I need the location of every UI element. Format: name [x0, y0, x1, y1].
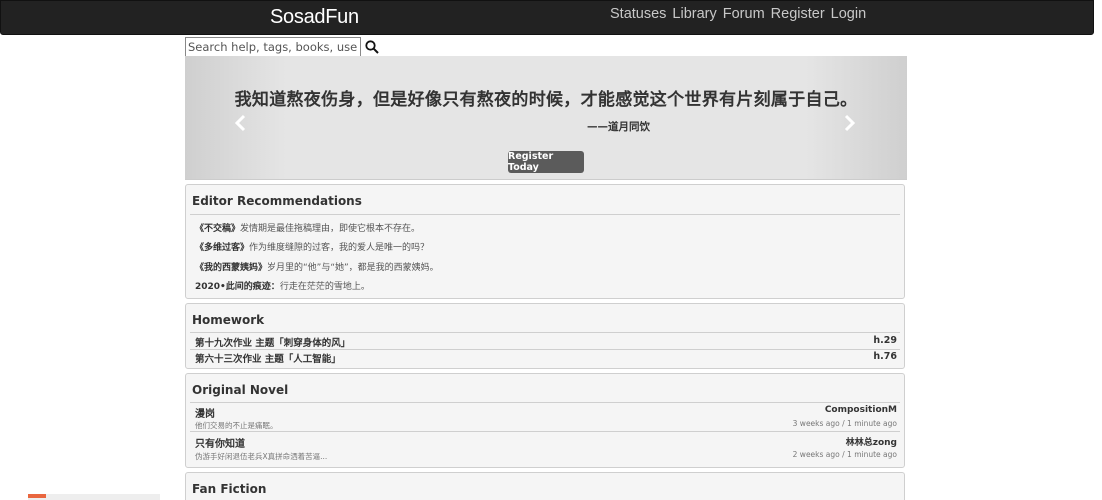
- chevron-left-icon[interactable]: [233, 114, 247, 132]
- top-navbar: SosadFun Statuses Library Forum Register…: [0, 0, 1094, 35]
- recommendation-item[interactable]: 2020•此间的痕迹：行走在茫茫的雪地上。: [195, 279, 370, 292]
- homework-item-tag: h.76: [873, 351, 897, 362]
- novel-summary: 伪游手好闲退伍老兵X真拼命洒着苦逼...: [195, 452, 328, 461]
- floating-widget-accent: [28, 494, 46, 498]
- divider: [190, 214, 900, 215]
- novel-title-link[interactable]: 漫岗: [195, 405, 215, 420]
- nav-link-forum[interactable]: Forum: [723, 6, 765, 22]
- panel-title: Fan Fiction: [192, 482, 267, 496]
- panel-title: Homework: [192, 313, 265, 327]
- divider: [190, 402, 900, 403]
- divider: [190, 349, 900, 350]
- recommendation-item[interactable]: 《我的西蒙姨妈》岁月里的“他”与“她”，都是我的西蒙姨妈。: [195, 260, 439, 273]
- novel-author-link[interactable]: CompositionM: [825, 405, 897, 415]
- floating-widget: [28, 494, 160, 500]
- novel-timestamp: 3 weeks ago / 1 minute ago: [792, 419, 897, 428]
- divider: [190, 332, 900, 333]
- editor-recommendations-panel: Editor Recommendations 《不交稿》发情期是最佳拖稿理由，即…: [185, 184, 905, 299]
- brand-logo[interactable]: SosadFun: [270, 6, 359, 29]
- search-bar: [185, 37, 379, 57]
- recommendation-item[interactable]: 《不交稿》发情期是最佳拖稿理由，即使它根本不存在。: [195, 221, 420, 234]
- nav-link-library[interactable]: Library: [672, 6, 716, 22]
- panel-title: Original Novel: [192, 383, 289, 397]
- nav-link-statuses[interactable]: Statuses: [610, 6, 666, 22]
- novel-summary: 他们交易的不止是痛眠。: [195, 421, 278, 430]
- homework-item-tag: h.29: [873, 335, 897, 346]
- chevron-right-icon[interactable]: [843, 114, 857, 132]
- novel-title-link[interactable]: 只有你知道: [195, 435, 245, 450]
- nav-link-login[interactable]: Login: [831, 6, 866, 22]
- carousel-quote-author: ——道月同饮: [587, 121, 650, 133]
- search-icon[interactable]: [365, 40, 379, 54]
- register-today-button[interactable]: Register Today: [508, 151, 584, 173]
- divider: [190, 431, 900, 432]
- carousel-quote: 我知道熬夜伤身，但是好像只有熬夜的时候，才能感觉这个世界有片刻属于自己。: [234, 90, 858, 110]
- nav-links: Statuses Library Forum Register Login: [610, 6, 866, 22]
- novel-author-link[interactable]: 林林总zong: [846, 435, 897, 448]
- quote-carousel: 我知道熬夜伤身，但是好像只有熬夜的时候，才能感觉这个世界有片刻属于自己。 ——道…: [185, 56, 907, 180]
- recommendation-item[interactable]: 《多维过客》作为维度缝隙的过客，我的爱人是唯一的吗？: [195, 240, 429, 253]
- novel-timestamp: 2 weeks ago / 1 minute ago: [792, 450, 897, 459]
- original-novel-panel: Original Novel 漫岗 CompositionM 他们交易的不止是痛…: [185, 373, 905, 468]
- search-input[interactable]: [185, 37, 361, 57]
- homework-item-link[interactable]: 第六十三次作业 主题「人工智能」: [195, 351, 341, 365]
- panel-title: Editor Recommendations: [192, 194, 362, 208]
- nav-link-register[interactable]: Register: [771, 6, 825, 22]
- fan-fiction-panel: Fan Fiction: [185, 472, 905, 500]
- homework-panel: Homework 第十九次作业 主题「刺穿身体的风」 h.29 第六十三次作业 …: [185, 303, 905, 369]
- homework-item-link[interactable]: 第十九次作业 主题「刺穿身体的风」: [195, 335, 350, 349]
